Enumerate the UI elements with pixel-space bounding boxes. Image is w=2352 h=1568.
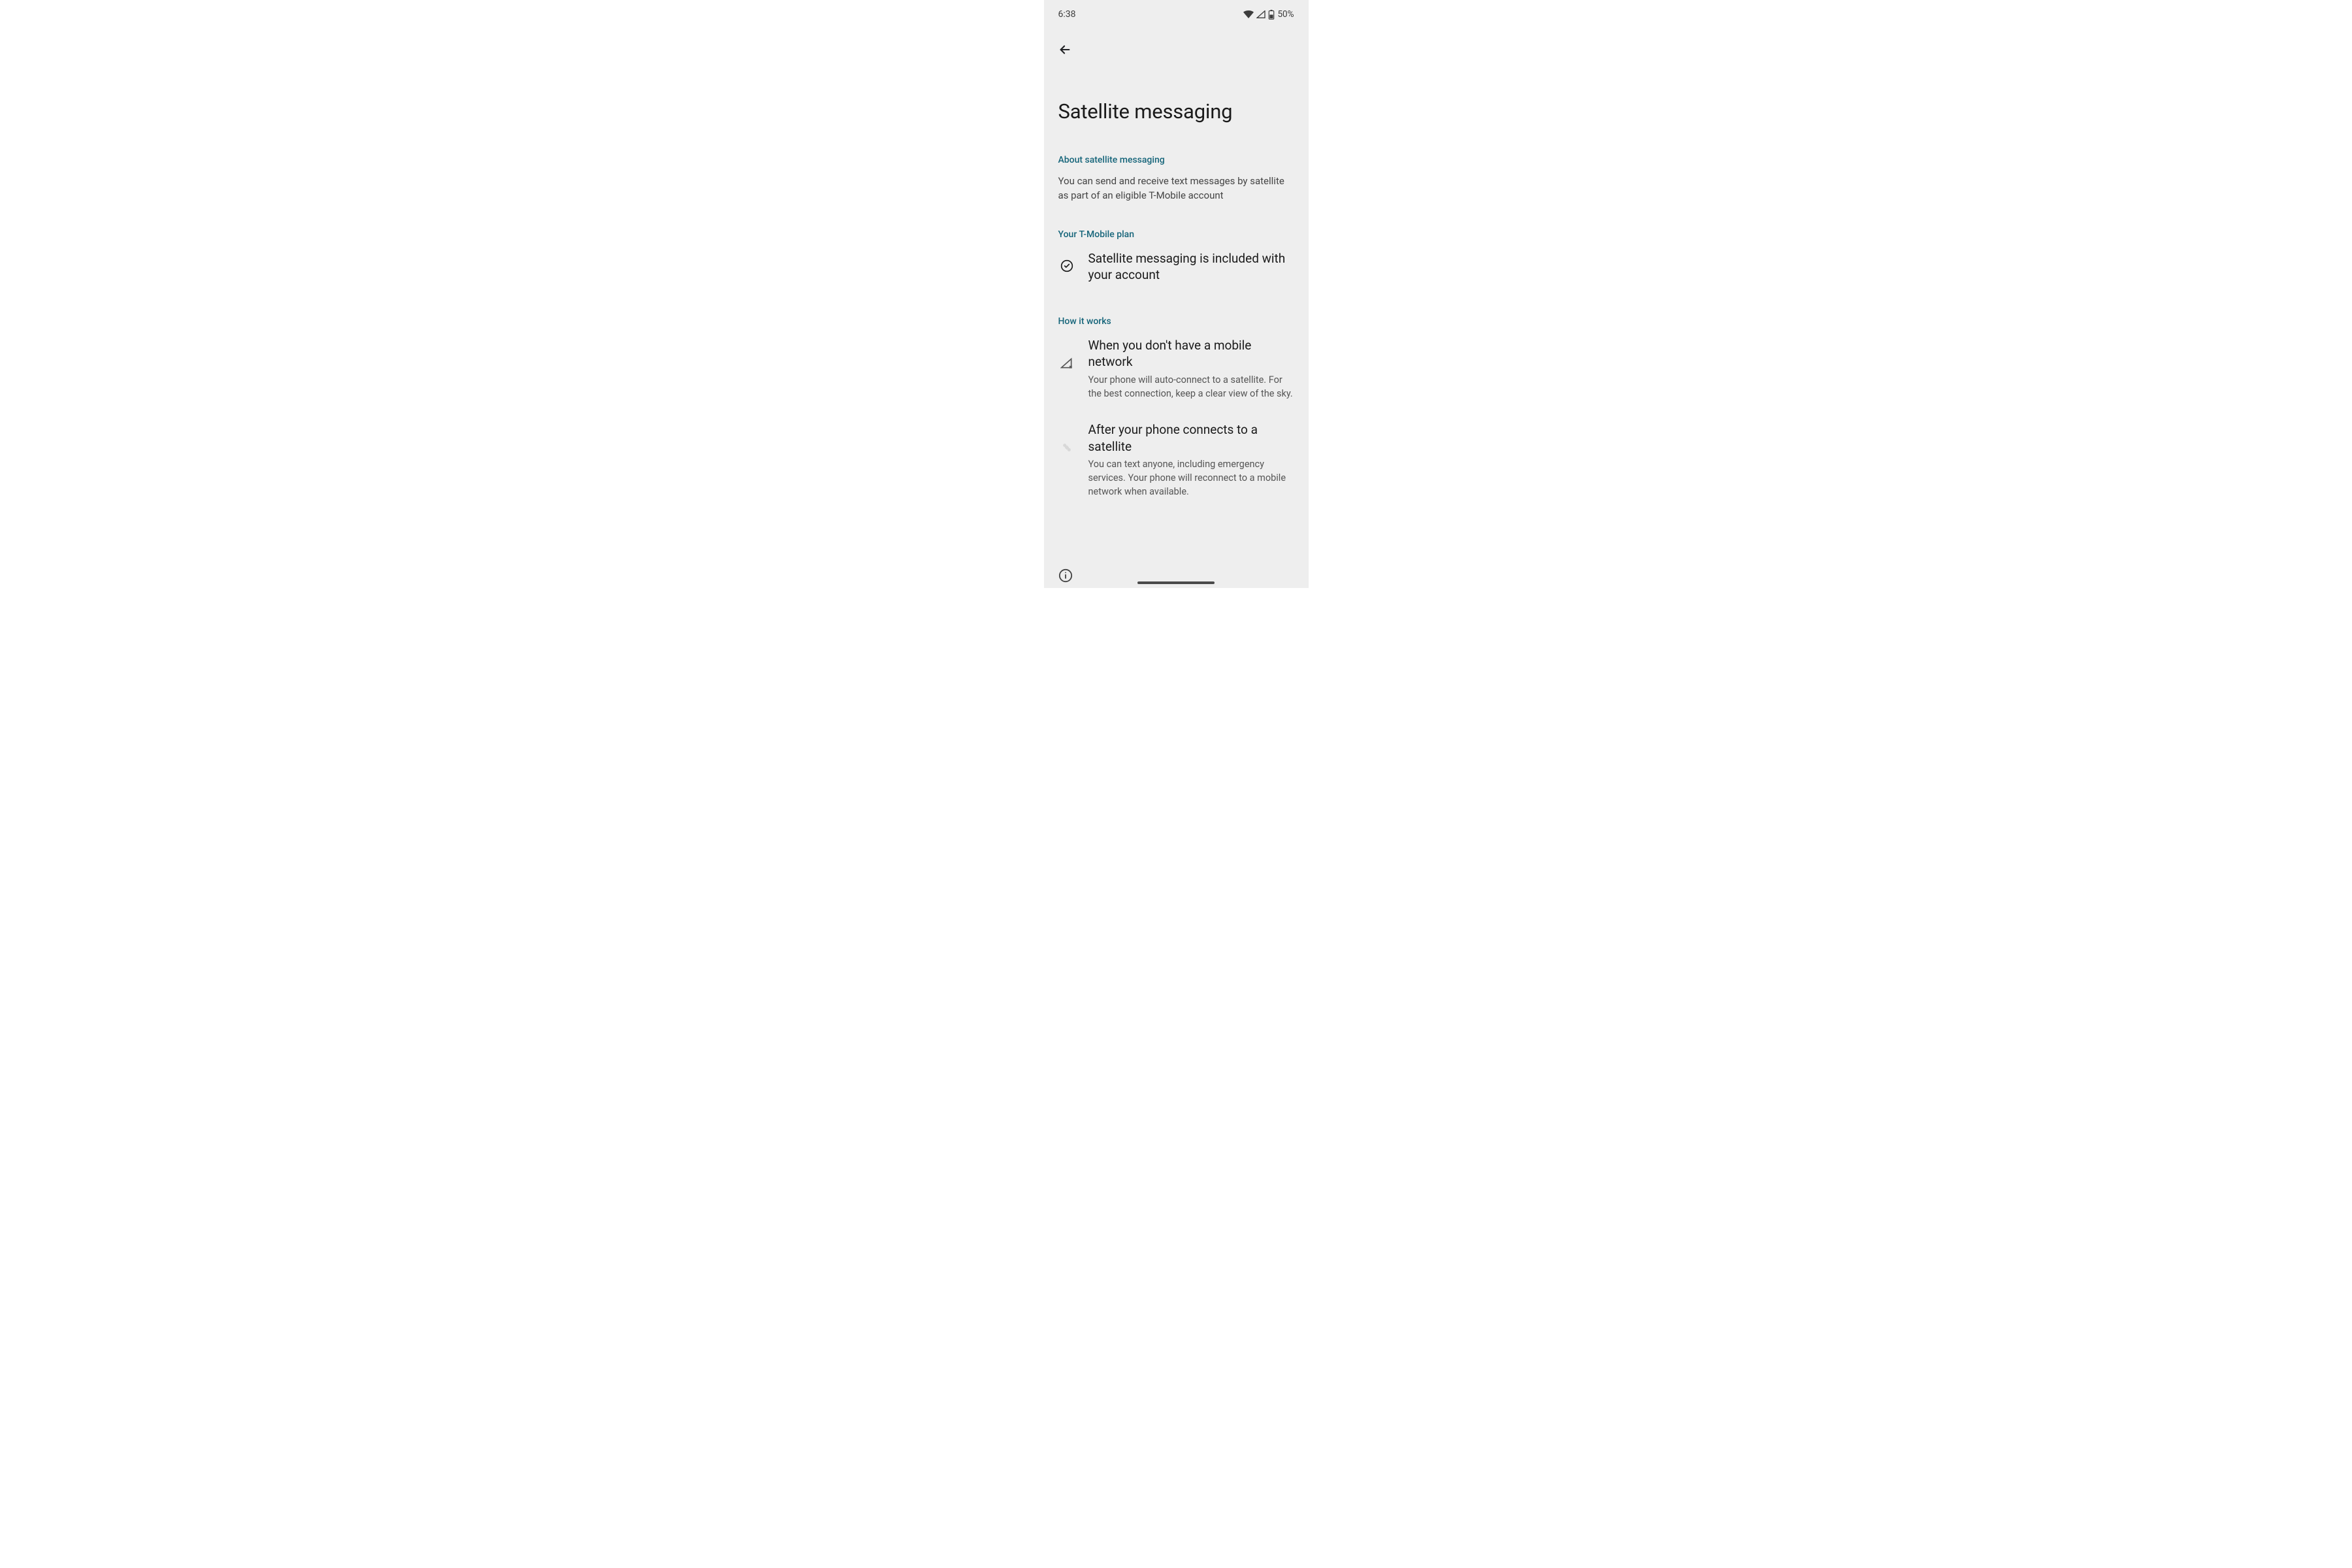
app-bar [1044,25,1309,59]
gesture-bar[interactable] [1137,581,1215,584]
about-body: You can send and receive text messages b… [1058,174,1294,203]
plan-item-title: Satellite messaging is included with you… [1088,250,1294,284]
satellite-icon [1060,441,1073,457]
info-icon[interactable] [1058,568,1073,585]
how-item-desc: You can text anyone, including emergency… [1088,457,1294,498]
arrow-left-icon [1058,42,1072,57]
page-title: Satellite messaging [1044,59,1309,139]
no-signal-icon [1060,357,1073,372]
battery-percent: 50% [1277,9,1294,20]
phone-screen: 6:38 50% Satellite messaging About satel… [1044,0,1309,588]
status-bar: 6:38 50% [1044,0,1309,25]
status-time: 6:38 [1058,9,1076,20]
section-label-plan: Your T-Mobile plan [1058,229,1294,240]
section-how: How it works When you don't have a mobil… [1044,287,1309,500]
section-label-about: About satellite messaging [1058,155,1294,165]
section-plan: Your T-Mobile plan Satellite messaging i… [1044,203,1309,287]
how-item-1: When you don't have a mobile network You… [1058,336,1294,402]
how-item-desc: Your phone will auto-connect to a satell… [1088,373,1294,400]
how-item-title: When you don't have a mobile network [1088,337,1294,370]
wifi-icon [1243,10,1254,18]
section-label-how: How it works [1058,316,1294,327]
section-about: About satellite messaging You can send a… [1044,139,1309,203]
battery-icon [1268,10,1275,20]
plan-item: Satellite messaging is included with you… [1058,249,1294,287]
check-circle-icon [1060,259,1073,275]
how-item-2: After your phone connects to a satellite… [1058,420,1294,500]
back-button[interactable] [1056,41,1074,59]
how-item-title: After your phone connects to a satellite [1088,421,1294,455]
cell-signal-icon [1256,10,1266,18]
status-indicators: 50% [1243,9,1294,20]
bottom-bar [1044,562,1309,588]
